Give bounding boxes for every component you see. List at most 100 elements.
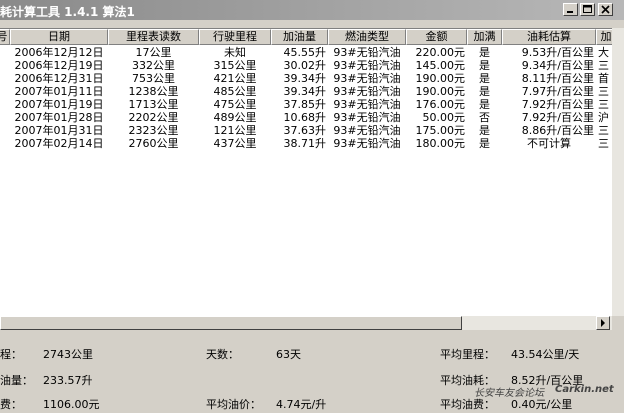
horizontal-scroll-thumb[interactable] [0, 316, 462, 330]
amount-cell: 190.00元 [415, 72, 466, 85]
total-cost-label: 费： [0, 398, 22, 411]
distance-cell: 421公里 [213, 72, 257, 85]
table-row[interactable]: 2007年01月28日 2202公里 489公里 10.68升 93#无铅汽油 … [0, 111, 612, 124]
total-fuel-label: 油量： [0, 374, 33, 387]
maximize-button[interactable] [580, 3, 595, 16]
amount-cell: 50.00元 [422, 111, 466, 124]
full-cell: 是 [479, 72, 490, 85]
odometer-cell: 2323公里 [128, 124, 179, 137]
odometer-cell: 332公里 [132, 59, 175, 72]
column-header-fuel-type[interactable]: 燃油类型 [328, 29, 406, 45]
close-button[interactable] [598, 3, 613, 16]
fuel-type-cell: 93#无铅汽油 [333, 46, 401, 59]
consumption-cell: 7.92升/百公里 [521, 98, 594, 111]
location-cell: 三 [598, 137, 609, 150]
column-header-fuel-amount[interactable]: 加油量 [271, 29, 328, 45]
amount-cell: 145.00元 [415, 59, 466, 72]
arrow-right-icon [601, 319, 605, 327]
distance-cell: 121公里 [213, 124, 257, 137]
location-cell: 大 [598, 46, 609, 59]
scroll-right-button[interactable] [596, 316, 610, 330]
total-mileage-label: 程： [0, 348, 22, 361]
column-header-full[interactable]: 加满 [467, 29, 502, 45]
amount-cell: 176.00元 [415, 98, 466, 111]
vertical-scrollbar[interactable] [612, 28, 624, 316]
table-row[interactable]: 2007年01月31日 2323公里 121公里 37.63升 93#无铅汽油 … [0, 124, 612, 137]
column-header-distance[interactable]: 行驶里程 [199, 29, 271, 45]
fuel-type-cell: 93#无铅汽油 [333, 111, 401, 124]
table-header: 号 日期 里程表读数 行驶里程 加油量 燃油类型 金额 加满 油耗估算 加 [0, 29, 616, 45]
fuel-amount-cell: 39.34升 [283, 85, 327, 98]
amount-cell: 180.00元 [415, 137, 466, 150]
fuel-type-cell: 93#无铅汽油 [333, 137, 401, 150]
column-header-consumption[interactable]: 油耗估算 [502, 29, 596, 45]
date-cell: 2007年02月14日 [14, 137, 104, 150]
avg-mileage-label: 平均里程： [440, 348, 495, 361]
column-header-date[interactable]: 日期 [10, 29, 108, 45]
fuel-type-cell: 93#无铅汽油 [333, 59, 401, 72]
maximize-icon [583, 5, 592, 13]
total-mileage-value: 2743公里 [43, 348, 93, 361]
total-fuel-value: 233.57升 [43, 374, 93, 387]
days-label: 天数： [206, 348, 239, 361]
consumption-cell: 8.11升/百公里 [521, 72, 594, 85]
column-header-odometer[interactable]: 里程表读数 [108, 29, 199, 45]
watermark-site: Carkin.net [555, 384, 614, 395]
consumption-cell: 9.34升/百公里 [521, 59, 594, 72]
distance-cell: 485公里 [213, 85, 257, 98]
date-cell: 2006年12月12日 [14, 46, 104, 59]
column-header-number[interactable]: 号 [0, 29, 10, 45]
fuel-amount-cell: 45.55升 [283, 46, 327, 59]
location-cell: 首 [598, 72, 609, 85]
odometer-cell: 753公里 [132, 72, 175, 85]
distance-cell: 未知 [224, 46, 246, 59]
date-cell: 2007年01月11日 [14, 85, 104, 98]
days-value: 63天 [276, 348, 301, 361]
column-header-amount[interactable]: 金额 [406, 29, 467, 45]
table-row[interactable]: 2006年12月19日 332公里 315公里 30.02升 93#无铅汽油 1… [0, 59, 612, 72]
location-cell: 三 [598, 85, 609, 98]
table-row[interactable]: 2007年02月14日 2760公里 437公里 38.71升 93#无铅汽油 … [0, 137, 612, 150]
consumption-cell: 不可计算 [527, 137, 571, 150]
amount-cell: 220.00元 [415, 46, 466, 59]
watermark-forum: 长安车友会论坛 [474, 388, 544, 399]
location-cell: 三 [598, 59, 609, 72]
refuel-records-table: 号 日期 里程表读数 行驶里程 加油量 燃油类型 金额 加满 油耗估算 加 20… [0, 28, 616, 317]
fuel-type-cell: 93#无铅汽油 [333, 98, 401, 111]
fuel-type-cell: 93#无铅汽油 [333, 85, 401, 98]
consumption-cell: 7.97升/百公里 [521, 85, 594, 98]
amount-cell: 190.00元 [415, 85, 466, 98]
close-icon [601, 5, 610, 14]
full-cell: 是 [479, 98, 490, 111]
date-cell: 2006年12月19日 [14, 59, 104, 72]
odometer-cell: 1713公里 [128, 98, 179, 111]
odometer-cell: 1238公里 [128, 85, 179, 98]
odometer-cell: 2202公里 [128, 111, 179, 124]
table-row[interactable]: 2007年01月11日 1238公里 485公里 39.34升 93#无铅汽油 … [0, 85, 612, 98]
amount-cell: 175.00元 [415, 124, 466, 137]
location-cell: 三 [598, 124, 609, 137]
distance-cell: 489公里 [213, 111, 257, 124]
date-cell: 2007年01月31日 [14, 124, 104, 137]
location-cell: 三 [598, 98, 609, 111]
horizontal-scrollbar[interactable] [0, 316, 612, 330]
distance-cell: 437公里 [213, 137, 257, 150]
avg-mileage-value: 43.54公里/天 [511, 348, 580, 361]
table-row[interactable]: 2006年12月31日 753公里 421公里 39.34升 93#无铅汽油 1… [0, 72, 612, 85]
full-cell: 否 [479, 111, 490, 124]
date-cell: 2006年12月31日 [14, 72, 104, 85]
table-row[interactable]: 2006年12月12日 17公里 未知 45.55升 93#无铅汽油 220.0… [0, 46, 612, 59]
window-title: 耗计算工具 1.4.1 算法1 [0, 5, 135, 19]
table-row[interactable]: 2007年01月19日 1713公里 475公里 37.85升 93#无铅汽油 … [0, 98, 612, 111]
fuel-amount-cell: 37.85升 [283, 98, 327, 111]
fuel-amount-cell: 10.68升 [283, 111, 327, 124]
fuel-amount-cell: 30.02升 [283, 59, 327, 72]
minimize-icon [567, 11, 573, 13]
consumption-cell: 8.86升/百公里 [521, 124, 594, 137]
fuel-type-cell: 93#无铅汽油 [333, 72, 401, 85]
distance-cell: 315公里 [213, 59, 257, 72]
full-cell: 是 [479, 59, 490, 72]
minimize-button[interactable] [563, 3, 578, 16]
full-cell: 是 [479, 46, 490, 59]
odometer-cell: 17公里 [135, 46, 172, 59]
